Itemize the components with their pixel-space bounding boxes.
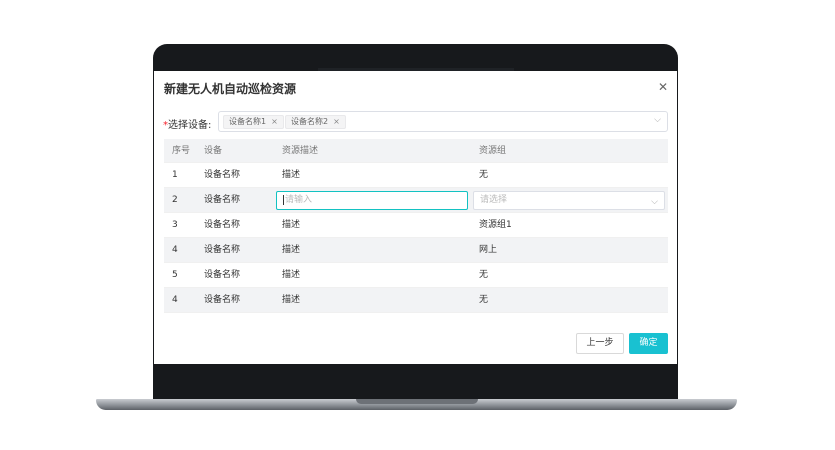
table-row: 4 设备名称 描述 网上: [164, 238, 668, 263]
row-group: 无: [479, 170, 489, 180]
previous-step-button[interactable]: 上一步: [576, 333, 624, 354]
row-index: 5: [172, 270, 178, 280]
row-device: 设备名称: [204, 195, 241, 205]
chevron-down-icon[interactable]: ⌵: [654, 115, 661, 125]
table-row: 1 设备名称 描述 无: [164, 163, 668, 188]
row-group: 无: [479, 270, 489, 280]
confirm-button[interactable]: 确定: [629, 333, 668, 354]
column-header-device: 设备: [204, 146, 223, 156]
row-group: 网上: [479, 245, 498, 255]
device-multi-select[interactable]: 设备名称1 × 设备名称2 × ⌵: [218, 111, 668, 132]
column-header-index: 序号: [172, 146, 191, 156]
chevron-down-icon: ⌵: [651, 197, 658, 207]
description-input-placeholder: 请输入: [285, 195, 313, 205]
device-select-label-text: 选择设备:: [168, 120, 212, 131]
group-select-placeholder: 请选择: [480, 195, 508, 205]
resource-table: 序号 设备 资源描述 资源组 1 设备名称 描述 无 2 设备名称 请输入 请选…: [164, 139, 668, 313]
row-device: 设备名称: [204, 270, 241, 280]
tag-remove-icon[interactable]: ×: [271, 117, 278, 126]
device-tag: 设备名称1 ×: [223, 115, 284, 129]
tag-remove-icon[interactable]: ×: [333, 117, 340, 126]
laptop-notch: [356, 399, 478, 404]
device-tag: 设备名称2 ×: [285, 115, 346, 129]
description-input[interactable]: 请输入: [276, 191, 468, 210]
row-description: 描述: [282, 295, 301, 305]
row-index: 3: [172, 220, 178, 230]
row-index: 2: [172, 195, 178, 205]
column-header-description: 资源描述: [282, 146, 319, 156]
row-description: 描述: [282, 170, 301, 180]
table-row: 4 设备名称 描述 无: [164, 288, 668, 313]
row-device: 设备名称: [204, 170, 241, 180]
dialog: 新建无人机自动巡检资源 ✕ *选择设备: 设备名称1 × 设备名称2 × ⌵ 序号 …: [154, 71, 677, 364]
row-device: 设备名称: [204, 220, 241, 230]
column-header-group: 资源组: [479, 146, 507, 156]
device-tag-label: 设备名称1: [229, 117, 267, 126]
device-select-label: *选择设备:: [163, 116, 211, 131]
row-index: 4: [172, 295, 178, 305]
table-row: 5 设备名称 描述 无: [164, 263, 668, 288]
row-description: 描述: [282, 220, 301, 230]
row-device: 设备名称: [204, 245, 241, 255]
table-header: 序号 设备 资源描述 资源组: [164, 139, 668, 163]
text-caret: [283, 194, 284, 205]
row-index: 4: [172, 245, 178, 255]
close-icon[interactable]: ✕: [658, 80, 668, 94]
row-index: 1: [172, 170, 178, 180]
group-select[interactable]: 请选择 ⌵: [473, 191, 665, 210]
row-description: 描述: [282, 270, 301, 280]
row-group: 资源组1: [479, 220, 512, 230]
table-row: 3 设备名称 描述 资源组1: [164, 213, 668, 238]
device-tag-label: 设备名称2: [291, 117, 329, 126]
dialog-title: 新建无人机自动巡检资源: [164, 82, 297, 96]
row-device: 设备名称: [204, 295, 241, 305]
row-description: 描述: [282, 245, 301, 255]
row-group: 无: [479, 295, 489, 305]
table-row-editing: 2 设备名称 请输入 请选择 ⌵: [164, 188, 668, 213]
